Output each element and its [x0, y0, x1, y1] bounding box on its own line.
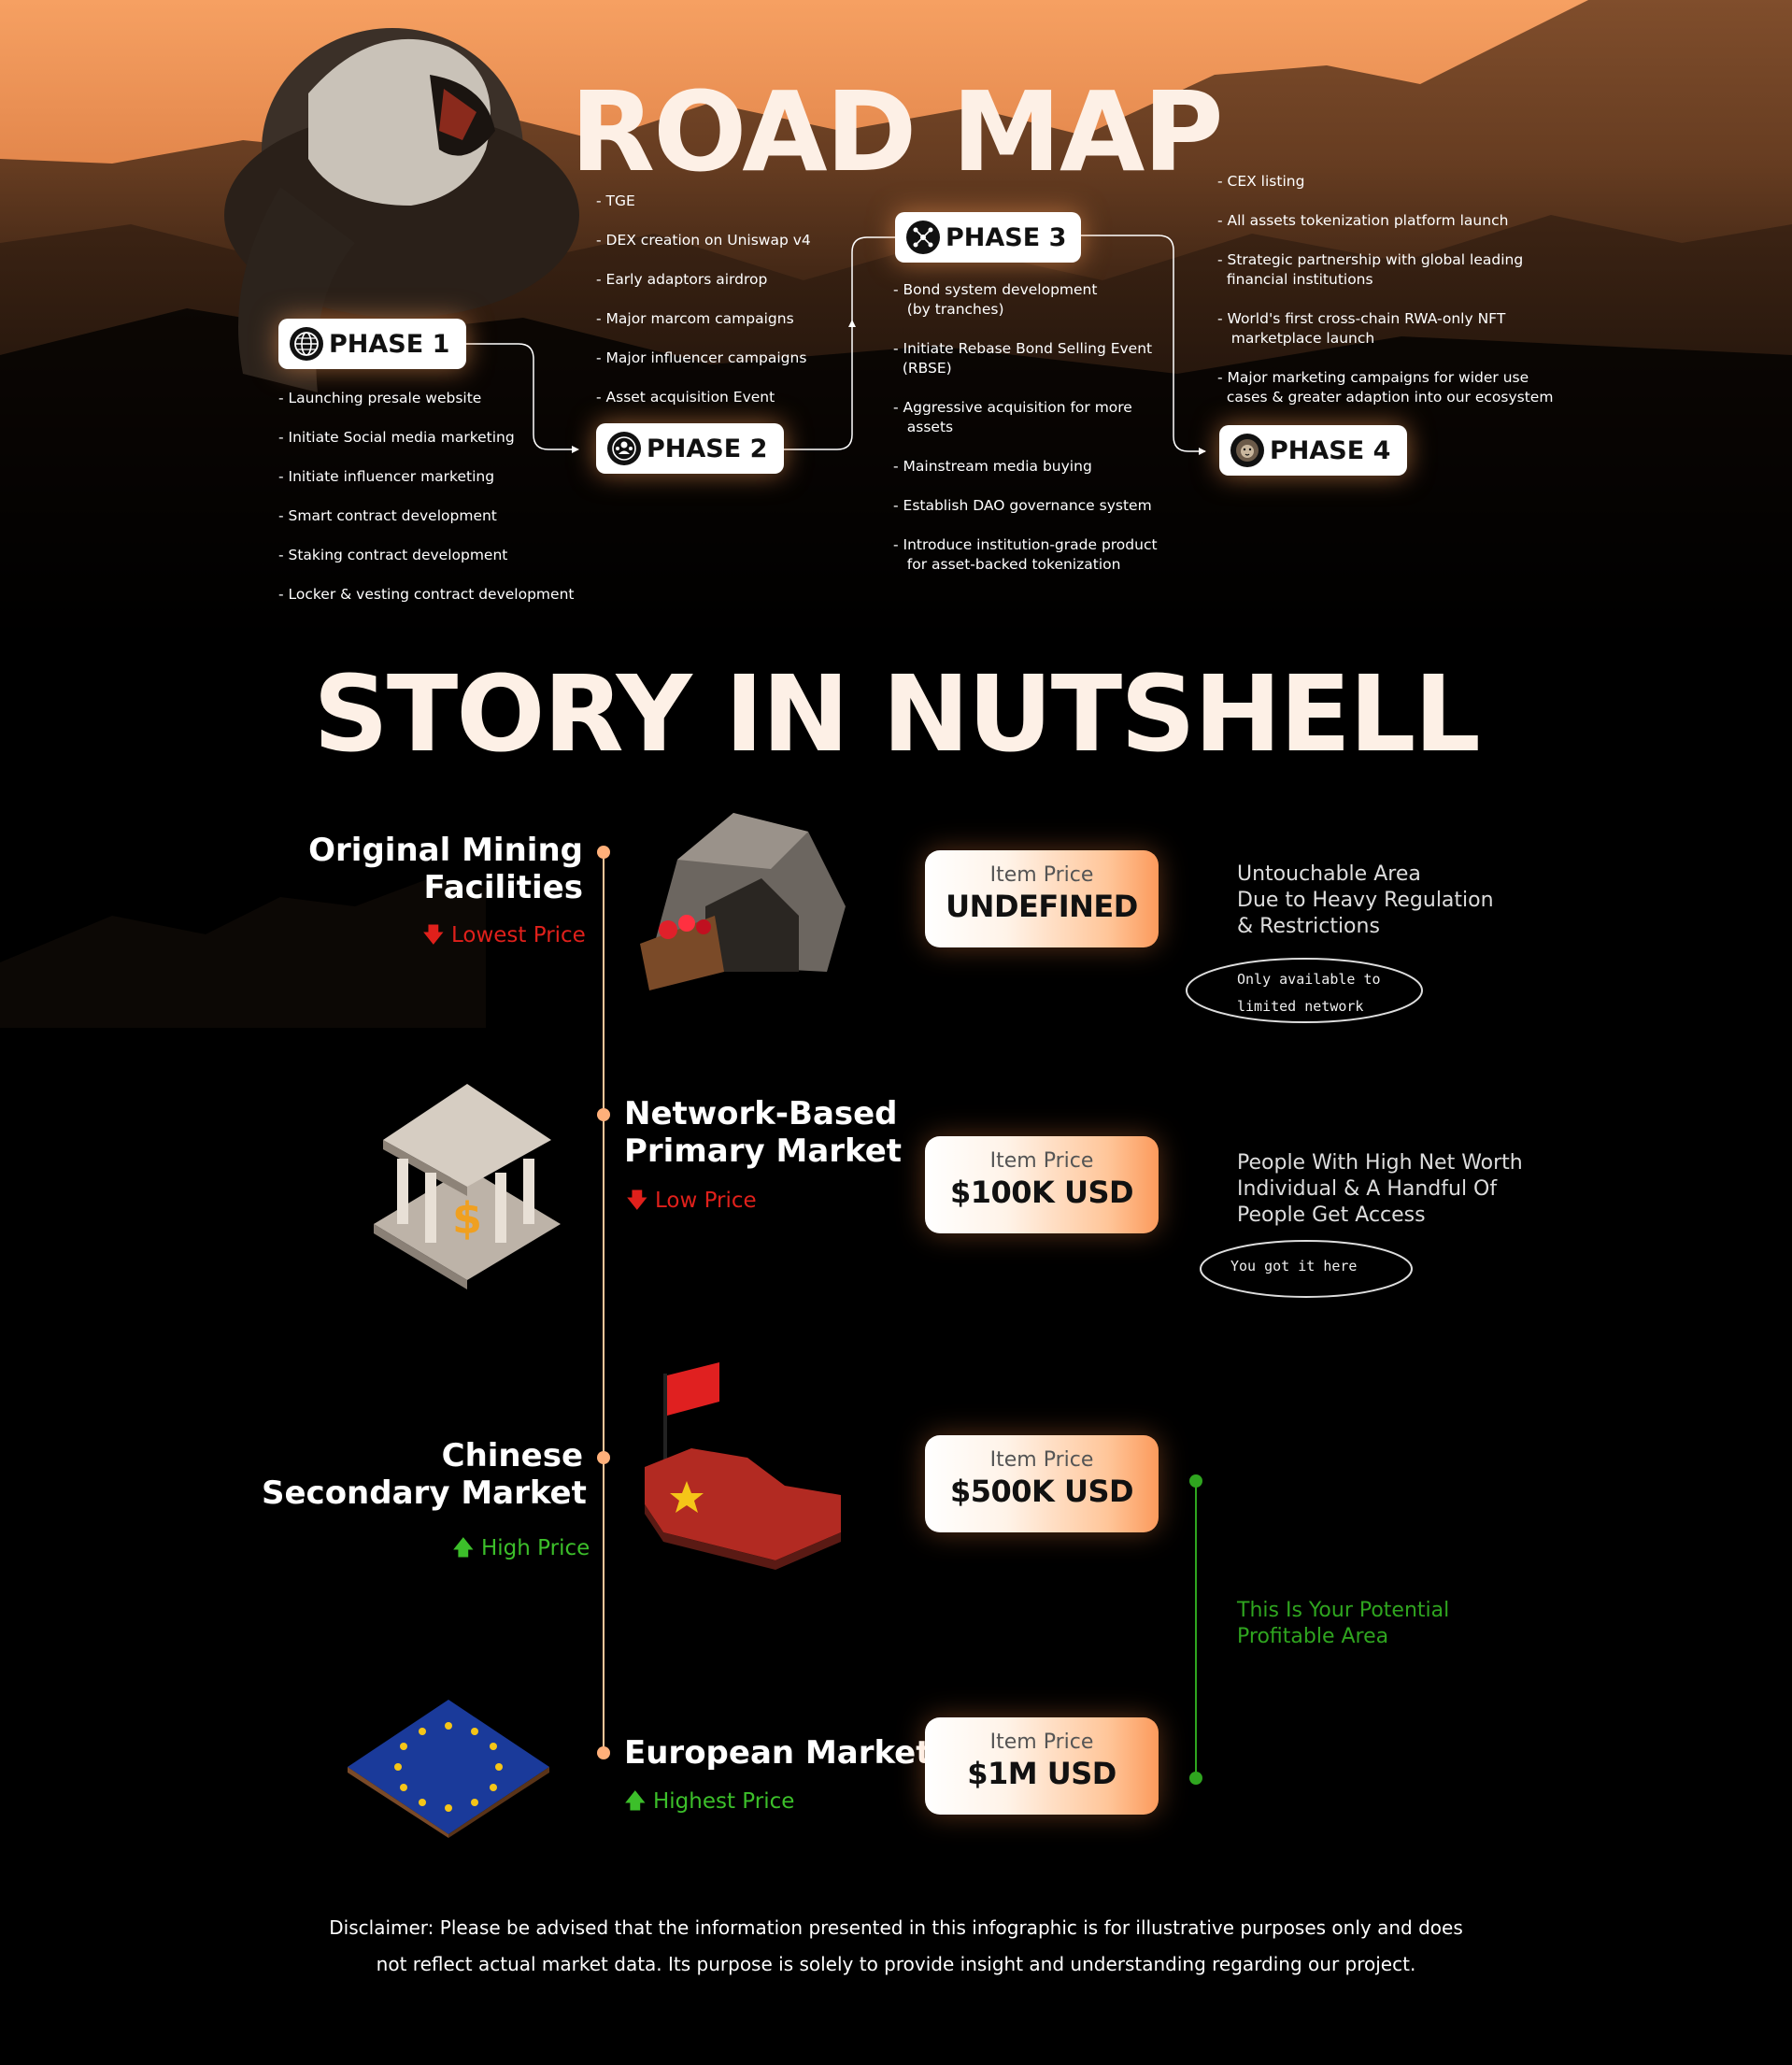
list-item: - World's first cross-chain RWA-only NFT…	[1217, 310, 1506, 347]
list-item: - Introduce institution-grade product fo…	[893, 536, 1158, 573]
stage-3-price-card: Item Price $500K USD	[925, 1435, 1159, 1532]
list-item: - Initiate Social media marketing	[278, 429, 515, 446]
timeline-dot	[597, 1108, 610, 1121]
arrow-up-icon: 🡅	[624, 1789, 647, 1814]
phase-2-badge: PHASE 2	[596, 423, 784, 474]
item-price-label: Item Price	[989, 863, 1094, 887]
list-item: - Major marcom campaigns	[596, 310, 794, 327]
list-item: - CEX listing	[1217, 173, 1305, 190]
stage-1-price-card: Item Price UNDEFINED	[925, 850, 1159, 947]
list-item: - Staking contract development	[278, 547, 508, 563]
stage-3-title: Chinese Secondary Market	[262, 1437, 587, 1512]
timeline-line	[603, 852, 604, 1759]
users-icon	[607, 432, 641, 465]
stage-4-price-card: Item Price $1M USD	[925, 1717, 1159, 1815]
stage-1-note: Only available to limited network	[1237, 971, 1381, 1015]
list-item: - DEX creation on Uniswap v4	[596, 232, 811, 249]
stage-4-title: European Market	[624, 1734, 932, 1772]
list-item: - Major influencer campaigns	[596, 349, 807, 366]
stage-2-title: Network-Based Primary Market	[624, 1095, 903, 1170]
globe-icon	[290, 327, 323, 361]
timeline-dot	[597, 846, 610, 859]
phase-4-label: PHASE 4	[1270, 435, 1391, 465]
stage-4-price-level: 🡅 Highest Price	[624, 1789, 795, 1814]
list-item: - Aggressive acquisition for more assets	[893, 399, 1132, 435]
story-title: STORY IN NUTSHELL	[313, 654, 1481, 776]
phase-4-badge: PHASE 4	[1219, 425, 1407, 476]
stage-1-price-level: 🡇 Lowest Price	[422, 923, 586, 947]
lion-icon	[1230, 434, 1264, 467]
list-item: - Initiate Rebase Bond Selling Event (RB…	[893, 340, 1153, 377]
stage-2-price-card: Item Price $100K USD	[925, 1136, 1159, 1233]
network-icon	[906, 221, 940, 254]
phase-2-label: PHASE 2	[647, 434, 768, 463]
list-item: - Smart contract development	[278, 507, 497, 524]
list-item: - Early adaptors airdrop	[596, 271, 768, 288]
stage-1-title: Original Mining Facilities	[308, 832, 583, 906]
list-item: - Locker & vesting contract development	[278, 586, 575, 603]
disclaimer: Disclaimer: Please be advised that the i…	[0, 1910, 1792, 1983]
list-item: - Initiate influencer marketing	[278, 468, 495, 485]
profit-bracket-dot	[1189, 1474, 1202, 1488]
phase-4-items: - CEX listing - All assets tokenization …	[1217, 172, 1553, 427]
mine-cart-icon	[640, 813, 846, 990]
stage-2-note: You got it here	[1230, 1258, 1358, 1275]
svg-text:$: $	[452, 1193, 482, 1244]
stage-3-price-level: 🡅 High Price	[452, 1536, 590, 1560]
phase-3-badge: PHASE 3	[895, 212, 1081, 263]
bank-icon: $	[374, 1084, 561, 1289]
phase-2-items: - TGE - DEX creation on Uniswap v4 - Ear…	[596, 192, 811, 427]
list-item: - All assets tokenization platform launc…	[1217, 212, 1509, 229]
disclaimer-line: Disclaimer: Please be advised that the i…	[329, 1916, 1463, 1939]
phase-1-label: PHASE 1	[329, 329, 450, 359]
item-price-value: UNDEFINED	[946, 889, 1138, 924]
list-item: - Launching presale website	[278, 390, 482, 406]
phase-3-label: PHASE 3	[946, 222, 1067, 252]
list-item: - Major marketing campaigns for wider us…	[1217, 369, 1554, 406]
list-item: - Bond system development (by tranches)	[893, 281, 1098, 318]
stage-2-description: People With High Net Worth Individual & …	[1237, 1151, 1523, 1227]
item-price-value: $100K USD	[949, 1175, 1134, 1210]
china-map-icon	[645, 1362, 841, 1570]
item-price-value: $1M USD	[967, 1756, 1116, 1791]
phase-1-badge: PHASE 1	[278, 319, 466, 369]
profit-area-text: This Is Your Potential Profitable Area	[1237, 1599, 1450, 1648]
stage-1-description: Untouchable Area Due to Heavy Regulation…	[1237, 862, 1494, 938]
list-item: - TGE	[596, 192, 635, 209]
profit-bracket-line	[1195, 1480, 1197, 1777]
timeline-dot	[597, 1746, 610, 1759]
phase-1-items: - Launching presale website - Initiate S…	[278, 389, 574, 624]
timeline-dot	[597, 1451, 610, 1464]
item-price-label: Item Price	[989, 1149, 1094, 1173]
phase-3-items: - Bond system development (by tranches) …	[893, 280, 1158, 594]
stage-2-price-level: 🡇 Low Price	[626, 1189, 757, 1213]
arrow-down-icon: 🡇	[626, 1189, 648, 1213]
arrow-up-icon: 🡅	[452, 1536, 475, 1560]
item-price-value: $500K USD	[949, 1474, 1134, 1509]
list-item: - Strategic partnership with global lead…	[1217, 251, 1524, 288]
item-price-label: Item Price	[989, 1730, 1094, 1754]
list-item: - Mainstream media buying	[893, 458, 1092, 475]
list-item: - Establish DAO governance system	[893, 497, 1152, 514]
list-item: - Asset acquisition Event	[596, 389, 775, 406]
arrow-down-icon: 🡇	[422, 923, 445, 947]
item-price-label: Item Price	[989, 1448, 1094, 1472]
disclaimer-line: not reflect actual market data. Its purp…	[376, 1953, 1416, 1975]
profit-bracket-dot	[1189, 1772, 1202, 1785]
eu-flag-icon	[348, 1700, 549, 1838]
